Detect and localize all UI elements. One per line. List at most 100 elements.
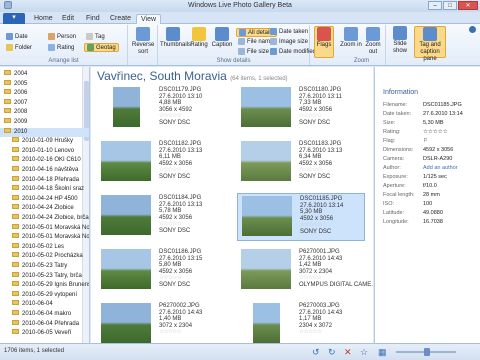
photo-card[interactable]: DSC01182.JPG 27.6.2010 13:13 6,11 MB 4592 x…: [97, 139, 225, 187]
info-value[interactable]: ⚐: [423, 138, 428, 144]
arrange-rating-button[interactable]: Rating: [48, 44, 74, 51]
folder-item[interactable]: 2010-05-01 Moravská Nová Ves: [0, 233, 89, 242]
folder-item[interactable]: 2010: [0, 127, 89, 137]
photo-card[interactable]: DSC01179.JPG 27.6.2010 13:10 4,88 MB 3056 x…: [97, 85, 225, 133]
folder-item[interactable]: 2005: [0, 79, 89, 89]
folder-item[interactable]: 2010-04-16 návštěva: [0, 165, 89, 175]
photo-thumbnail[interactable]: [113, 87, 140, 127]
folder-item[interactable]: 2010-05-02 Les: [0, 242, 89, 252]
folder-item[interactable]: 2007: [0, 98, 89, 108]
photo-thumbnail[interactable]: [241, 141, 291, 181]
caption-button[interactable]: Caption: [210, 27, 234, 49]
flags-button[interactable]: Flags: [314, 26, 334, 58]
file-size-button[interactable]: File size: [238, 48, 269, 55]
folder-item[interactable]: 2010-06-04 makro: [0, 309, 89, 319]
close-button[interactable]: ✕: [458, 1, 478, 10]
rating-stars[interactable]: ☆☆☆☆☆: [300, 222, 343, 229]
info-value[interactable]: ☆☆☆☆☆: [423, 129, 448, 135]
photo-card[interactable]: DSC01183.JPG 27.6.2010 13:13 6,34 MB 4592 x…: [237, 139, 365, 187]
delete-icon[interactable]: ✕: [344, 347, 352, 358]
zoom-out-button[interactable]: Zoom out: [362, 27, 384, 56]
folder-item[interactable]: 2010-06-04 Přehrada: [0, 319, 89, 329]
arrange-person-button[interactable]: Person: [48, 33, 76, 40]
slide-show-button[interactable]: Slide show: [388, 26, 412, 55]
file-name-button[interactable]: File name: [238, 38, 273, 45]
photo-card[interactable]: DSC01184.JPG 27.6.2010 13:13 5,78 MB 4592 x…: [97, 193, 225, 241]
photo-card[interactable]: DSC01180.JPG 27.6.2010 13:11 7,33 MB 4592 x…: [237, 85, 365, 133]
rating-stars[interactable]: ☆☆☆☆☆: [159, 275, 202, 282]
folder-item[interactable]: 2010-04-24 Zlobice: [0, 204, 89, 213]
grid-view-icon[interactable]: ▦: [378, 347, 387, 358]
rating-stars[interactable]: ☆☆☆☆☆: [159, 167, 202, 174]
minimize-button[interactable]: –: [428, 1, 442, 10]
rotate-left-icon[interactable]: ↺: [312, 347, 320, 358]
folder-item[interactable]: 2010-05-01 Moravská Nová Ves: [0, 223, 89, 233]
thumbnails-button[interactable]: Thumbnails: [160, 27, 191, 49]
zoom-in-button[interactable]: Zoom in: [340, 27, 362, 49]
zoom-out-icon: [366, 27, 380, 41]
photo-thumbnail[interactable]: [101, 141, 151, 181]
folder-item[interactable]: 2010-05-29 vytopení: [0, 290, 89, 300]
image-size-button[interactable]: Image size: [270, 38, 308, 45]
rating-stars[interactable]: ☆☆☆☆☆: [159, 329, 202, 336]
photo-thumbnail[interactable]: [242, 196, 292, 236]
photo-thumbnail[interactable]: [241, 249, 291, 289]
arrange-tag-button[interactable]: Tag: [86, 33, 105, 40]
photo-thumbnail[interactable]: [241, 87, 291, 127]
tab-create[interactable]: Create: [106, 14, 135, 24]
rating-stars[interactable]: ☆☆☆☆☆: [299, 113, 342, 120]
help-icon[interactable]: [469, 26, 476, 33]
folder-item[interactable]: 2010-04-24 HP 4500: [0, 194, 89, 204]
zoom-slider-knob[interactable]: [424, 348, 430, 356]
date-taken-button[interactable]: Date taken: [270, 28, 308, 35]
rating-stars[interactable]: ☆☆☆☆☆: [299, 275, 373, 282]
rotate-right-icon[interactable]: ↻: [328, 347, 336, 358]
rating-stars[interactable]: ☆☆☆☆☆: [299, 329, 342, 336]
rating-stars[interactable]: ☆☆☆☆☆: [159, 113, 202, 120]
photo-thumbnail[interactable]: [101, 195, 151, 235]
photo-card[interactable]: P6270002.JPG 27.6.2010 14:43 1,40 MB 3072 x…: [97, 301, 225, 343]
info-value[interactable]: Add an author: [423, 165, 458, 171]
photo-thumbnail[interactable]: [101, 303, 151, 343]
folder-item[interactable]: 2010-04-18 Školní sraz: [0, 185, 89, 194]
photo-thumbnail[interactable]: [253, 303, 280, 343]
arrange-geotag-button[interactable]: Geotag: [84, 43, 119, 52]
folder-item[interactable]: 2004: [0, 69, 89, 79]
zoom-slider[interactable]: [396, 348, 456, 356]
folder-item[interactable]: 2010-05-29 Ignis Brunensis: [0, 281, 89, 290]
file-menu-button[interactable]: ▾: [3, 13, 25, 24]
reverse-sort-button[interactable]: Reverse sort: [132, 27, 154, 56]
folder-item[interactable]: 2010-04-18 Přehrada: [0, 175, 89, 185]
folder-item[interactable]: 2010-02-16 OKI C610: [0, 156, 89, 165]
photo-card[interactable]: P6270003.JPG 27.6.2010 14:43 1,17 MB 2304 x…: [237, 301, 365, 343]
photo-thumbnail[interactable]: [101, 249, 151, 289]
folder-item[interactable]: 2010-01-09 Hrušky: [0, 137, 89, 146]
photo-card[interactable]: DSC01186.JPG 27.6.2010 13:15 5,80 MB 4592 x…: [97, 247, 225, 295]
folder-item[interactable]: 2006: [0, 89, 89, 98]
arrange-date-button[interactable]: Date: [6, 33, 28, 40]
folder-item[interactable]: 2008: [0, 108, 89, 117]
tag-caption-pane-button[interactable]: Tag and caption pane: [414, 26, 446, 62]
maximize-button[interactable]: □: [443, 1, 457, 10]
photo-card[interactable]: P6270001.JPG 27.6.2010 14:43 1,42 MB 3072 x…: [237, 247, 373, 295]
folder-item[interactable]: 2010-05-23 Tatry: [0, 261, 89, 271]
tab-view[interactable]: View: [136, 14, 162, 24]
rating-stars[interactable]: ☆☆☆☆☆: [299, 167, 342, 174]
tab-home[interactable]: Home: [30, 14, 57, 24]
folder-item[interactable]: 2010-05-23 Tatry, brča: [0, 271, 89, 281]
folder-item[interactable]: 2010-05-02 Procházka: [0, 252, 89, 261]
folder-item[interactable]: 2010-04-24 Zlobice, brča: [0, 213, 89, 223]
folder-item[interactable]: 2009: [0, 117, 89, 127]
tab-find[interactable]: Find: [82, 14, 104, 24]
folder-item[interactable]: 2010-06-05 Veveří: [0, 329, 89, 338]
folder-item[interactable]: 2010-06-04: [0, 300, 89, 309]
folder-icon: [12, 185, 19, 191]
arrange-folder-button[interactable]: Folder: [6, 44, 32, 51]
tab-edit[interactable]: Edit: [58, 14, 78, 24]
rating-stars[interactable]: ☆☆☆☆☆: [159, 221, 202, 228]
rating-button[interactable]: Rating: [188, 27, 210, 49]
favorite-icon[interactable]: ☆: [360, 347, 368, 358]
folder-item[interactable]: 2010-01-10 Lenovo: [0, 146, 89, 156]
date-modified-button[interactable]: Date modified: [270, 48, 316, 55]
photo-card[interactable]: DSC01185.JPG 27.6.2010 13:14 5,30 MB 4592 x…: [237, 193, 365, 241]
